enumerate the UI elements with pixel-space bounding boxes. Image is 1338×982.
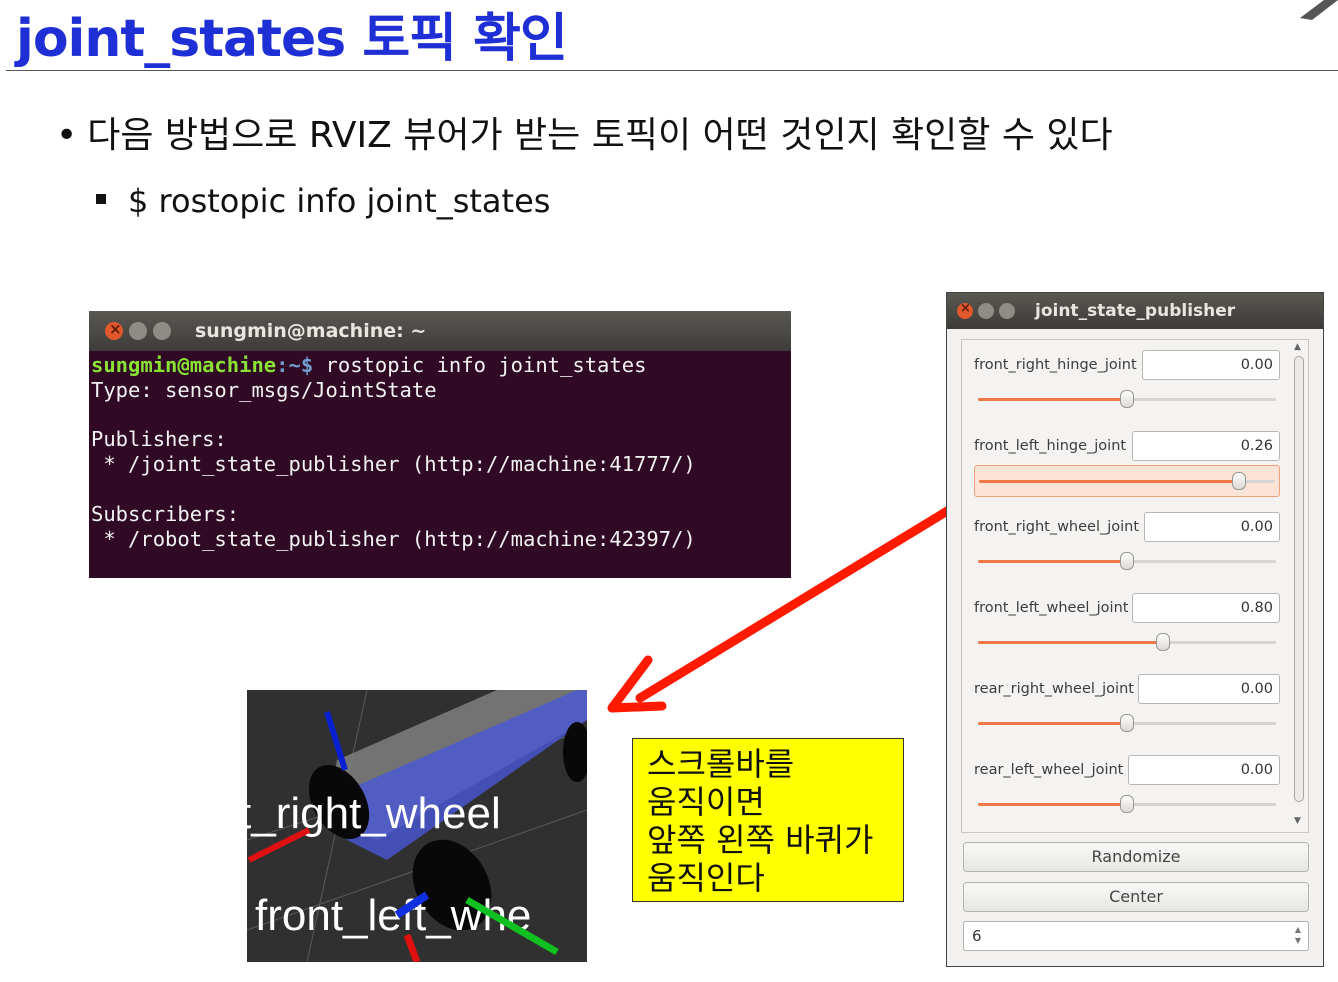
- scroll-down-icon[interactable]: ▼: [1294, 816, 1301, 826]
- slider-fill: [978, 722, 1127, 725]
- joint-state-publisher-window[interactable]: joint_state_publisher front_right_hinge_…: [946, 292, 1324, 967]
- joint-value-field[interactable]: 0.00: [1138, 674, 1280, 704]
- slider-track[interactable]: [978, 795, 1276, 813]
- joint-name-label: front_right_hinge_joint: [974, 357, 1137, 373]
- scroll-up-icon[interactable]: ▲: [1294, 342, 1301, 352]
- slider-track[interactable]: [978, 714, 1276, 732]
- joint-slider[interactable]: [974, 708, 1280, 740]
- joint-slider[interactable]: [974, 627, 1280, 659]
- note-line: 스크롤바를: [647, 745, 795, 783]
- maximize-icon[interactable]: [999, 303, 1015, 319]
- annotation-note: 스크롤바를 움직이면 앞쪽 왼쪽 바퀴가 움직인다: [632, 738, 904, 902]
- spinbox-value: 6: [972, 927, 982, 945]
- joint-name-label: rear_left_wheel_joint: [974, 762, 1124, 778]
- jsp-titlebar[interactable]: joint_state_publisher: [947, 293, 1323, 329]
- slider-fill: [978, 398, 1127, 401]
- terminal-command: rostopic info joint_states: [313, 353, 647, 377]
- joint-name-label: front_right_wheel_joint: [974, 519, 1140, 535]
- terminal-line: Publishers:: [91, 427, 227, 452]
- joint-value-field[interactable]: 0.00: [1144, 512, 1280, 542]
- joint-name-label: rear_right_wheel_joint: [974, 681, 1134, 697]
- prompt-path: :~$: [276, 353, 314, 377]
- bullet-1: • 다음 방법으로 RVIZ 뷰어가 받는 토픽이 어떤 것인지 확인할 수 있다: [56, 115, 1113, 156]
- slider-track[interactable]: [979, 472, 1275, 490]
- terminal-line: * /robot_state_publisher (http://machine…: [91, 526, 696, 551]
- note-line: 앞쪽 왼쪽 바퀴가: [647, 821, 874, 859]
- scrollbar-thumb[interactable]: [1294, 356, 1304, 802]
- rviz-label-right-wheel: t_right_wheel: [247, 789, 501, 838]
- joint-slider[interactable]: [974, 789, 1280, 821]
- note-line: 움직이면: [647, 783, 765, 821]
- pen-icon: [1300, 0, 1338, 20]
- joint-value-field[interactable]: 0.80: [1132, 593, 1280, 623]
- slider-fill: [978, 803, 1127, 806]
- slider-handle[interactable]: [1120, 714, 1134, 732]
- slide-title: joint_states 토픽 확인: [16, 9, 568, 69]
- slider-handle[interactable]: [1120, 390, 1134, 408]
- slider-fill: [978, 560, 1127, 563]
- title-divider: [6, 70, 1338, 71]
- slider-handle[interactable]: [1120, 552, 1134, 570]
- terminal-window[interactable]: sungmin@machine: ~ sungmin@machine:~$ ro…: [89, 311, 791, 578]
- terminal-title: sungmin@machine: ~: [195, 320, 427, 342]
- bullet-2: $ rostopic info joint_states: [96, 182, 550, 220]
- slider-handle[interactable]: [1120, 795, 1134, 813]
- joint-slider[interactable]: [974, 546, 1280, 578]
- terminal-line: * /joint_state_publisher (http://machine…: [91, 452, 696, 477]
- minimize-icon[interactable]: [978, 303, 994, 319]
- spinbox-input[interactable]: 6 ▲ ▼: [963, 921, 1309, 951]
- close-icon[interactable]: [957, 301, 973, 319]
- joint-name-label: front_left_hinge_joint: [974, 438, 1127, 454]
- bullet-1-text: 다음 방법으로 RVIZ 뷰어가 받는 토픽이 어떤 것인지 확인할 수 있다: [87, 115, 1113, 156]
- terminal-line: Subscribers:: [91, 501, 240, 526]
- rviz-viewport[interactable]: t_right_wheel front_left_whe: [247, 690, 587, 962]
- slider-track[interactable]: [978, 633, 1276, 651]
- joint-value-field[interactable]: 0.00: [1128, 755, 1280, 785]
- close-icon[interactable]: [105, 320, 123, 340]
- joint-value-field[interactable]: 0.00: [1142, 350, 1280, 380]
- scrollbar[interactable]: ▲ ▼: [1292, 342, 1306, 830]
- terminal-line: Type: sensor_msgs/JointState: [91, 377, 437, 402]
- slider-handle[interactable]: [1155, 633, 1170, 651]
- joint-slider[interactable]: [974, 384, 1280, 416]
- terminal-titlebar[interactable]: sungmin@machine: ~: [89, 311, 791, 351]
- joint-name-label: front_left_wheel_joint: [974, 600, 1129, 616]
- terminal-output[interactable]: sungmin@machine:~$ rostopic info joint_s…: [89, 351, 791, 551]
- bullet-2-text: $ rostopic info joint_states: [128, 182, 551, 220]
- slider-fill: [978, 641, 1163, 644]
- prompt-user: sungmin@machine: [91, 353, 277, 377]
- center-button[interactable]: Center: [963, 882, 1309, 912]
- jsp-title: joint_state_publisher: [1035, 301, 1236, 321]
- slider-handle[interactable]: [1232, 472, 1247, 490]
- slider-track[interactable]: [978, 390, 1276, 408]
- spin-arrows-icon[interactable]: ▲ ▼: [1290, 924, 1306, 948]
- randomize-button[interactable]: Randomize: [963, 842, 1309, 872]
- maximize-icon[interactable]: [153, 322, 171, 340]
- slider-track[interactable]: [978, 552, 1276, 570]
- minimize-icon[interactable]: [129, 322, 147, 340]
- joint-list-panel[interactable]: front_right_hinge_joint 0.00 front_left_hi…: [961, 339, 1309, 833]
- slider-fill: [979, 480, 1240, 483]
- joint-slider[interactable]: [974, 465, 1280, 497]
- note-line: 움직인다: [647, 859, 765, 897]
- joint-value-field[interactable]: 0.26: [1132, 431, 1280, 461]
